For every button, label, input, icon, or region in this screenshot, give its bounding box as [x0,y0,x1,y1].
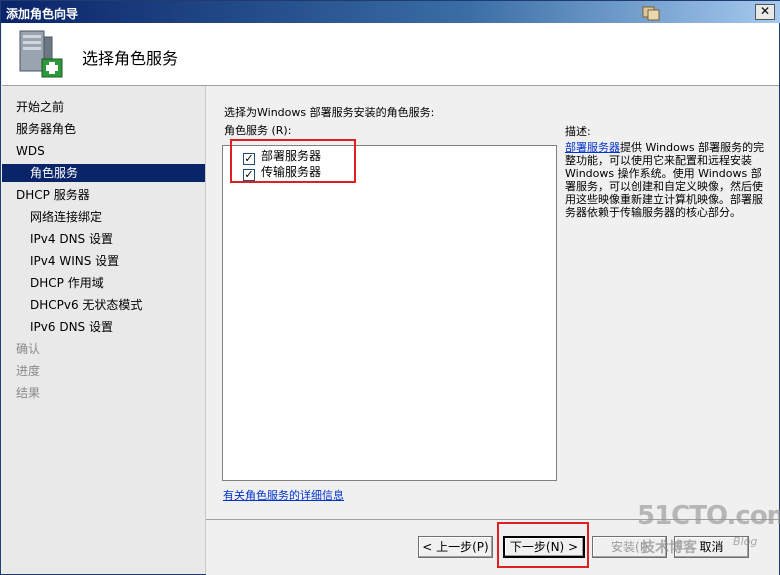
nav-item-progress: 进度 [16,364,41,378]
role-services-list[interactable]: ✓ 部署服务器 ✓ 传输服务器 [222,145,557,481]
nav-item-dhcpv6-stateless[interactable]: DHCPv6 无状态模式 [2,296,205,314]
wizard-window: 添加角色向导 ✕ 选择角色服务 开始之前 服务器角色 WDS 角色服务 DHCP… [0,0,780,575]
install-button: 安装(I) [592,536,667,558]
list-item-deployment-server[interactable]: ✓ 部署服务器 [243,148,322,165]
wizard-content: 选择为Windows 部署服务安装的角色服务: 角色服务 (R): ✓ 部署服务器… [206,86,779,519]
windows-icon [642,6,660,21]
wizard-steps-nav: 开始之前 服务器角色 WDS 角色服务 DHCP 服务器 网络连接绑定 IPv4… [2,86,206,574]
deployment-server-label: 部署服务器 [261,149,322,163]
description-link[interactable]: 部署服务器 [565,141,620,154]
nav-item-network-binding[interactable]: 网络连接绑定 [2,208,205,226]
nav-item-ipv6-dns[interactable]: IPv6 DNS 设置 [2,318,205,336]
server-role-add-icon [19,30,63,78]
nav-item-ipv4-dns[interactable]: IPv4 DNS 设置 [2,230,205,248]
role-services-label: 角色服务 (R): [224,124,292,137]
transport-server-checkbox[interactable]: ✓ [243,169,255,181]
next-button[interactable]: 下一步(N) > [503,536,585,558]
description-text: 部署服务器提供 Windows 部署服务的完整功能，可以使用它来配置和远程安装 … [565,141,768,219]
previous-button[interactable]: < 上一步(P) [418,536,493,558]
nav-item-wds[interactable]: WDS [2,142,205,160]
close-button[interactable]: ✕ [755,4,775,20]
more-info-link[interactable]: 有关角色服务的详细信息 [223,487,344,503]
nav-item-dhcp-scope[interactable]: DHCP 作用域 [2,274,205,292]
window-title: 添加角色向导 [6,7,79,21]
nav-item-role-services[interactable]: 角色服务 [2,164,205,182]
nav-item-ipv4-wins[interactable]: IPv4 WINS 设置 [2,252,205,270]
nav-item-before-you-begin[interactable]: 开始之前 [2,98,205,116]
nav-item-results: 结果 [16,386,41,400]
cancel-button[interactable]: 取消 [674,536,749,558]
list-item-transport-server[interactable]: ✓ 传输服务器 [243,164,322,181]
wizard-header: 选择角色服务 [2,23,779,86]
description-title: 描述: [565,125,591,138]
transport-server-label: 传输服务器 [261,165,322,179]
instruction-text: 选择为Windows 部署服务安装的角色服务: [224,106,435,119]
wizard-footer: < 上一步(P) 下一步(N) > 安装(I) 取消 [206,519,779,575]
page-heading: 选择角色服务 [82,49,179,68]
title-bar[interactable]: 添加角色向导 ✕ [1,1,780,23]
nav-item-confirmation: 确认 [16,342,41,356]
nav-item-dhcp-server[interactable]: DHCP 服务器 [2,186,205,204]
nav-item-server-roles[interactable]: 服务器角色 [2,120,205,138]
